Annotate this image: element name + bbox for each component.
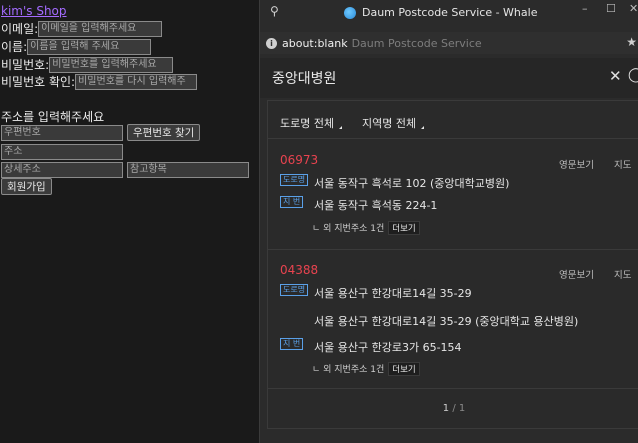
zipcode[interactable]: 06973 — [280, 153, 318, 167]
chevron-down-icon — [421, 126, 425, 129]
window-title-text: Daum Postcode Service - Whale — [362, 6, 538, 19]
password-row: 비밀번호: 비밀번호를 입력해주세요 — [1, 56, 174, 73]
maximize-icon[interactable]: ☐ — [606, 2, 616, 15]
road-tag: 도로명 — [280, 284, 309, 296]
search-icon[interactable]: ◯ — [628, 67, 638, 83]
more-jibun-row: ㄴ 외 지번주소 1건 더보기 — [312, 362, 420, 376]
name-input[interactable]: 이름을 입력해 주세요 — [27, 38, 152, 55]
more-button[interactable]: 더보기 — [388, 221, 420, 235]
password-confirm-label: 비밀번호 확인: — [1, 75, 76, 89]
results-panel: 도로명 전체 지역명 전체 06973 영문보기 지도 도로명 서울 동작구 흑… — [267, 100, 638, 429]
url-text: about:blank — [282, 36, 348, 50]
detail-address-row: 상세주소 참고항목 — [1, 162, 249, 178]
signup-form-page: kim's Shop 이메일: 이메일을 입력해주세요 이름: 이름을 입력해 … — [0, 0, 260, 443]
road-address[interactable]: 서울 동작구 흑석로 102 (중앙대학교병원) — [314, 175, 509, 191]
jibun-address[interactable]: 서울 용산구 한강로3가 65-154 — [314, 339, 462, 355]
window-titlebar[interactable]: ⚲ Daum Postcode Service - Whale – ☐ ✕ — [260, 0, 638, 26]
search-header: 중앙대병원 ✕ ◯ — [260, 58, 638, 98]
road-filter-label: 도로명 전체 — [280, 117, 335, 130]
address-bar[interactable]: i about:blank Daum Postcode Service ★ — [260, 32, 638, 54]
password-label: 비밀번호: — [1, 58, 50, 72]
english-view-link[interactable]: 영문보기 — [559, 267, 594, 281]
postcode-input[interactable]: 우편번호 — [1, 124, 123, 141]
email-label: 이메일: — [1, 22, 39, 36]
signup-button[interactable]: 회원가입 — [1, 178, 52, 195]
whale-browser-icon — [344, 6, 356, 19]
divider — [268, 388, 638, 389]
address-input[interactable]: 주소 — [1, 144, 123, 160]
bookmark-star-icon[interactable]: ★ — [626, 35, 637, 49]
jibun-tag: 지 번 — [280, 338, 304, 350]
road-address-alt[interactable]: 서울 용산구 한강대로14길 35-29 (중앙대학교 용산병원) — [314, 313, 578, 329]
more-jibun-text: ㄴ 외 지번주소 1건 — [312, 224, 385, 234]
map-link[interactable]: 지도 — [614, 157, 631, 171]
chevron-down-icon — [339, 126, 343, 129]
total-pages: / 1 — [452, 403, 466, 414]
road-filter-dropdown[interactable]: 도로명 전체 — [280, 115, 343, 131]
find-postcode-button[interactable]: 우편번호 찾기 — [127, 124, 201, 141]
window-title: Daum Postcode Service - Whale — [344, 6, 537, 19]
current-page[interactable]: 1 — [443, 403, 449, 414]
region-filter-label: 지역명 전체 — [362, 117, 417, 130]
more-button[interactable]: 더보기 — [388, 362, 420, 376]
signup-row: 회원가입 — [1, 178, 52, 195]
clear-search-icon[interactable]: ✕ — [609, 67, 622, 85]
minimize-icon[interactable]: – — [582, 2, 588, 15]
english-view-link[interactable]: 영문보기 — [559, 157, 594, 171]
pin-icon[interactable]: ⚲ — [270, 4, 279, 18]
password-confirm-input[interactable]: 비밀번호를 다시 입력해주 — [75, 73, 198, 90]
filter-bar: 도로명 전체 지역명 전체 — [268, 101, 638, 139]
divider — [268, 249, 638, 250]
extra-info-input[interactable]: 참고항목 — [127, 162, 249, 178]
name-label: 이름: — [1, 40, 28, 54]
password-confirm-row: 비밀번호 확인: 비밀번호를 다시 입력해주 — [1, 73, 198, 90]
window-close-icon[interactable]: ✕ — [629, 2, 638, 15]
zipcode[interactable]: 04388 — [280, 263, 318, 277]
jibun-address[interactable]: 서울 동작구 흑석동 224-1 — [314, 197, 437, 213]
shop-home-link[interactable]: kim's Shop — [1, 4, 67, 18]
road-address[interactable]: 서울 용산구 한강대로14길 35-29 — [314, 285, 472, 301]
info-icon[interactable]: i — [266, 37, 277, 49]
search-query-input[interactable]: 중앙대병원 — [272, 68, 336, 88]
address-section-title: 주소를 입력해주세요 — [1, 110, 105, 124]
postcode-popup-window: ⚲ Daum Postcode Service - Whale – ☐ ✕ i … — [259, 0, 638, 443]
password-input[interactable]: 비밀번호를 입력해주세요 — [49, 56, 174, 73]
region-filter-dropdown[interactable]: 지역명 전체 — [362, 115, 425, 131]
postcode-row: 우편번호 우편번호 찾기 — [1, 124, 201, 141]
name-row: 이름: 이름을 입력해 주세요 — [1, 38, 152, 55]
more-jibun-text: ㄴ 외 지번주소 1건 — [312, 365, 385, 375]
address-row: 주소 — [1, 144, 123, 160]
email-input[interactable]: 이메일을 입력해주세요 — [38, 20, 163, 37]
pagination: 1 / 1 — [268, 403, 638, 414]
map-link[interactable]: 지도 — [614, 267, 631, 281]
email-row: 이메일: 이메일을 입력해주세요 — [1, 20, 163, 37]
page-title: Daum Postcode Service — [351, 36, 482, 50]
road-tag: 도로명 — [280, 174, 309, 186]
jibun-tag: 지 번 — [280, 196, 304, 208]
detail-address-input[interactable]: 상세주소 — [1, 162, 123, 178]
more-jibun-row: ㄴ 외 지번주소 1건 더보기 — [312, 221, 420, 235]
